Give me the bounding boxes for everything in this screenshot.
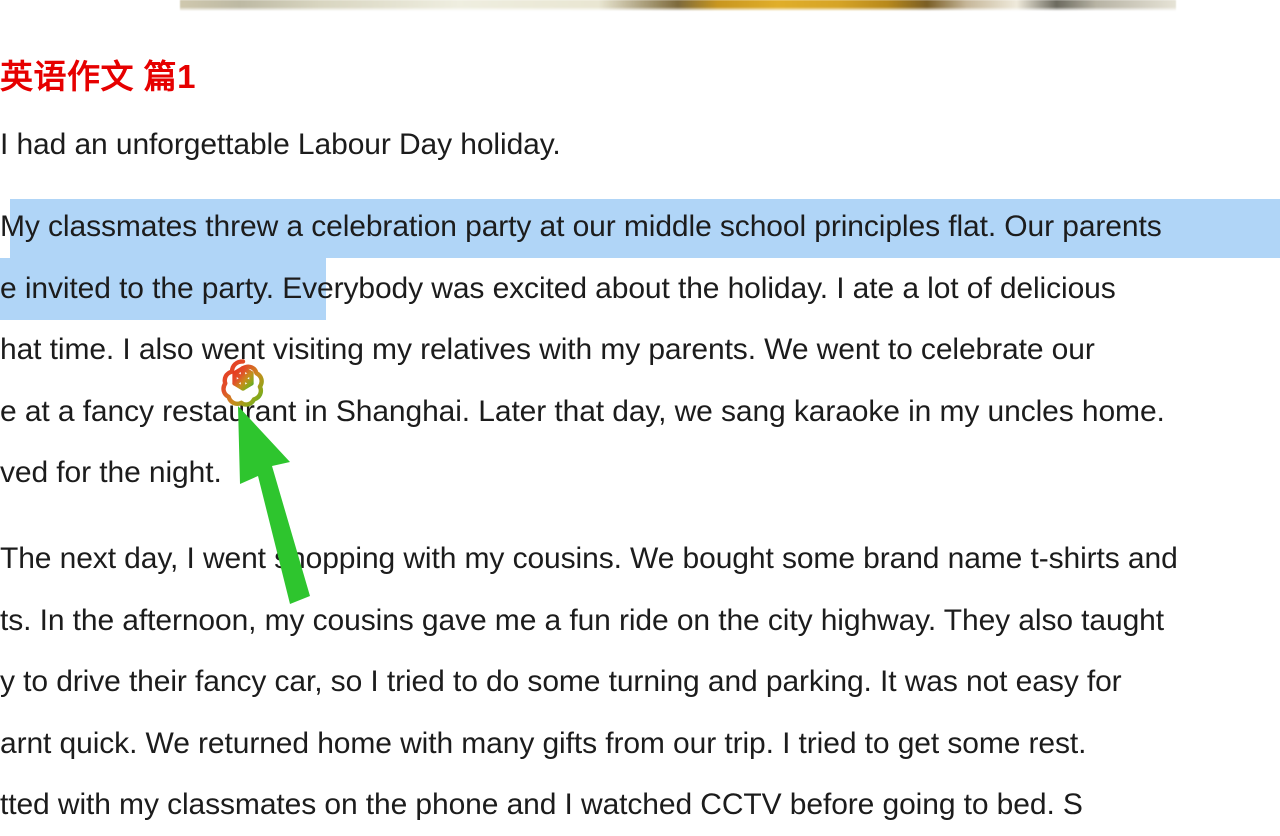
text-line-content: e invited to the party. Everybody was ex… — [0, 271, 1116, 305]
text-line: ts. In the afternoon, my cousins gave me… — [0, 590, 1280, 652]
text-line: e invited to the party. Everybody was ex… — [0, 258, 1280, 320]
text-line-content: y to drive their fancy car, so I tried t… — [0, 665, 1122, 698]
text-line: hat time. I also went visiting my relati… — [0, 319, 1280, 381]
text-line-content: tted with my classmates on the phone and… — [0, 788, 1083, 821]
text-line-content: ved for the night. — [0, 456, 222, 489]
text-line: I had an unforgettable Labour Day holida… — [0, 114, 1280, 176]
text-line: y to drive their fancy car, so I tried t… — [0, 651, 1280, 713]
text-line: arnt quick. We returned home with many g… — [0, 713, 1280, 775]
text-line: tted with my classmates on the phone and… — [0, 774, 1280, 836]
text-line: ved for the night. — [0, 442, 1280, 504]
text-line-content: arnt quick. We returned home with many g… — [0, 726, 1087, 760]
text-line: The next day, I went shopping with my co… — [0, 528, 1280, 590]
text-line-content: My classmates threw a celebration party … — [0, 210, 1162, 243]
document-body: 英语作文 篇1 I had an unforgettable Labour Da… — [0, 0, 1280, 821]
essay-paragraph-3: The next day, I went shopping with my co… — [0, 528, 1280, 836]
text-line-content: I had an unforgettable Labour Day holida… — [0, 128, 561, 161]
openai-logo-icon — [221, 359, 264, 407]
text-line-content: ts. In the afternoon, my cousins gave me… — [0, 603, 1164, 637]
text-line-content: hat time. I also went visiting my relati… — [0, 333, 1095, 366]
text-line-content: e at a fancy restaurant in Shanghai. Lat… — [0, 394, 1165, 428]
text-line: e at a fancy restaurant in Shanghai. Lat… — [0, 381, 1280, 443]
text-line: My classmates threw a celebration party … — [0, 196, 1280, 258]
essay-paragraph-2: My classmates threw a celebration party … — [0, 196, 1280, 504]
essay-paragraph-1: I had an unforgettable Labour Day holida… — [0, 114, 1280, 176]
page-title: 英语作文 篇1 — [0, 55, 196, 99]
page-title-text: 英语作文 篇1 — [0, 58, 197, 95]
text-line-content: The next day, I went shopping with my co… — [0, 542, 1178, 575]
